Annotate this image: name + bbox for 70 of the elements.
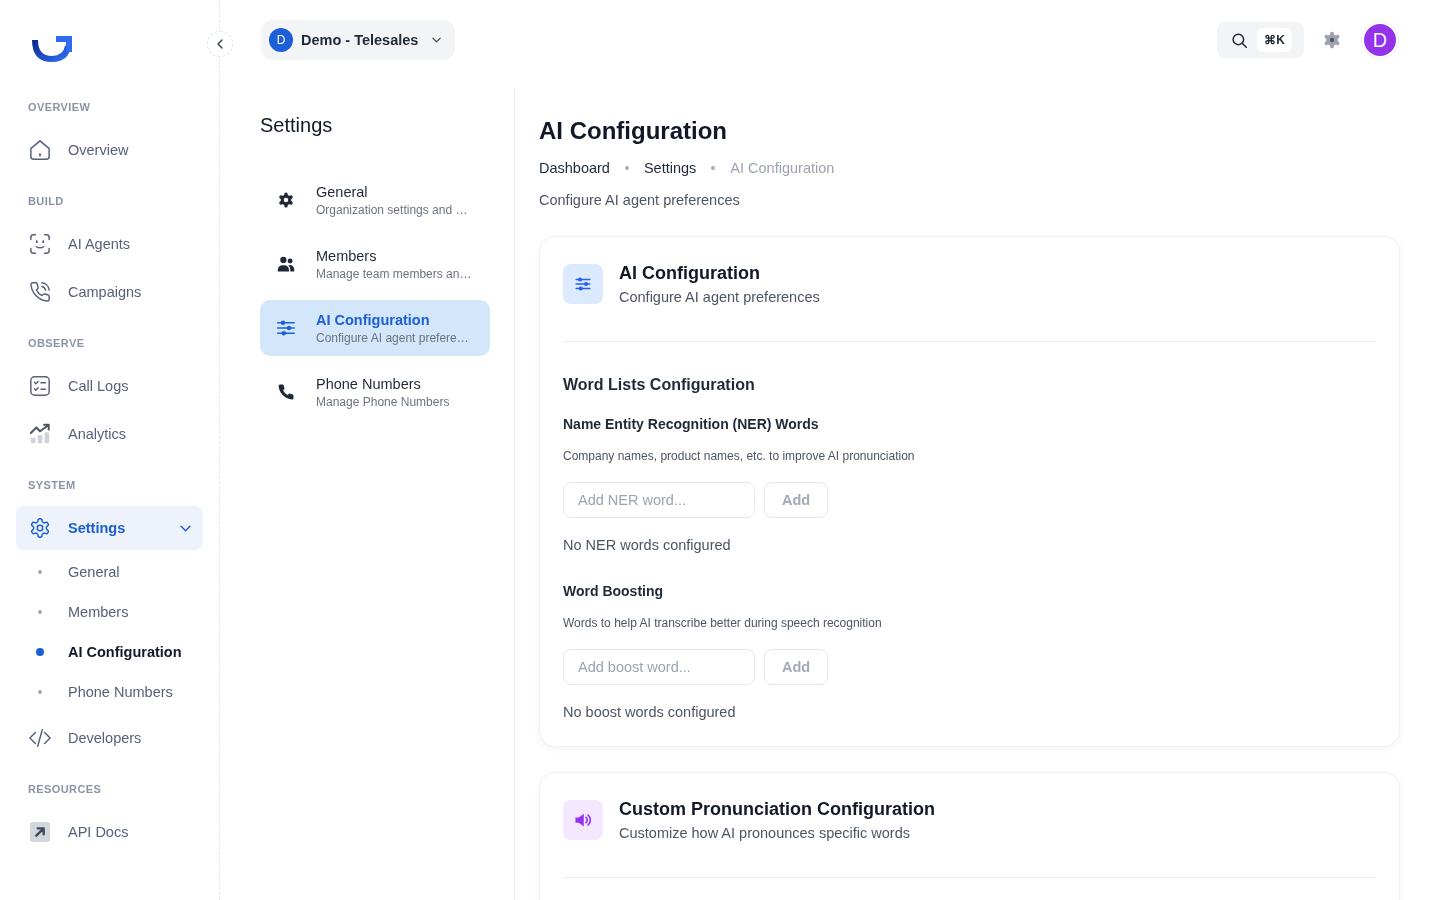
settings-nav-item[interactable]: General Organization settings and … bbox=[260, 172, 490, 228]
home-icon bbox=[29, 139, 51, 161]
sliders-icon bbox=[563, 264, 603, 304]
section-label: OVERVIEW bbox=[27, 100, 92, 115]
settings-icon[interactable] bbox=[1322, 30, 1342, 50]
breadcrumb-current-page: AI Configuration bbox=[730, 160, 835, 176]
breadcrumb-separator-icon bbox=[711, 166, 716, 170]
section-label: RESOURCES bbox=[27, 782, 103, 797]
sidebar-subitem[interactable]: Members bbox=[16, 592, 203, 632]
card-subtitle: Customize how AI pronounces specific words bbox=[619, 824, 911, 843]
checklist-icon bbox=[29, 375, 51, 397]
face-scan-icon bbox=[29, 233, 51, 255]
section-heading: Word Lists Configuration bbox=[563, 375, 756, 395]
bullet-dot-icon bbox=[38, 570, 42, 574]
sidebar-item[interactable]: AI Agents bbox=[16, 222, 203, 266]
users-icon bbox=[277, 255, 295, 273]
page-subtitle: Configure AI agent preferences bbox=[539, 191, 741, 210]
empty-state-text: No boost words configured bbox=[563, 703, 737, 722]
word-list-title: Name Entity Recognition (NER) Words bbox=[563, 415, 820, 434]
word-input-field[interactable]: Add boost word... bbox=[563, 649, 755, 685]
sidebar-item[interactable]: API Docs bbox=[16, 810, 203, 854]
breadcrumb-separator-icon bbox=[624, 166, 629, 170]
card-title: Custom Pronunciation Configuration bbox=[619, 798, 935, 821]
sidebar-subitem[interactable]: General bbox=[16, 552, 203, 592]
gear-icon bbox=[277, 191, 295, 209]
breadcrumb-link[interactable]: Dashboard bbox=[539, 160, 610, 176]
sidebar-item[interactable]: Call Logs bbox=[16, 364, 203, 408]
search-button[interactable]: ⌘K bbox=[1217, 22, 1304, 58]
card-title: AI Configuration bbox=[619, 262, 761, 285]
empty-state-text: No NER words configured bbox=[563, 536, 732, 555]
code-icon bbox=[29, 727, 51, 749]
sliders-icon bbox=[277, 319, 295, 337]
sidebar-item[interactable]: Settings bbox=[16, 506, 203, 550]
search-icon bbox=[1232, 32, 1248, 48]
logo-icon bbox=[32, 36, 72, 62]
workspace-switcher[interactable]: D Demo - Telesales bbox=[261, 20, 456, 60]
section-label: BUILD bbox=[27, 194, 65, 209]
word-list-description: Company names, product names, etc. to improve AI pronunciation bbox=[563, 448, 916, 464]
bullet-dot-icon bbox=[38, 690, 42, 694]
chevron-down-icon bbox=[432, 37, 442, 43]
word-input-field[interactable]: Add NER word... bbox=[563, 482, 755, 518]
word-list-description: Words to help AI transcribe better during speech recognition bbox=[563, 615, 883, 631]
settings-nav-item[interactable]: AI Configuration Configure AI agent prefere… bbox=[260, 300, 490, 356]
sidebar-item[interactable]: Developers bbox=[16, 716, 203, 760]
sidebar-item[interactable]: Analytics bbox=[16, 412, 203, 456]
sidebar-subitem[interactable]: AI Configuration bbox=[16, 632, 203, 672]
section-label: OBSERVE bbox=[27, 336, 86, 351]
speaker-icon bbox=[563, 800, 603, 840]
settings-title: Settings bbox=[260, 113, 334, 138]
page-title: AI Configuration bbox=[539, 116, 728, 146]
bullet-dot-icon bbox=[36, 648, 44, 656]
settings-nav-item[interactable]: Members Manage team members an… bbox=[260, 236, 490, 292]
bar-chart-icon bbox=[29, 423, 51, 445]
card-subtitle: Configure AI agent preferences bbox=[619, 288, 820, 307]
sidebar-subitem[interactable]: Phone Numbers bbox=[16, 672, 203, 712]
bullet-dot-icon bbox=[38, 610, 42, 614]
arrow-square-icon bbox=[29, 821, 51, 843]
chevron-left-icon bbox=[217, 39, 223, 49]
breadcrumb-link[interactable]: Settings bbox=[643, 160, 697, 176]
sidebar-item[interactable]: Campaigns bbox=[16, 270, 203, 314]
settings-icon bbox=[29, 517, 51, 539]
phone-icon bbox=[277, 383, 295, 401]
word-list-title: Word Boosting bbox=[563, 582, 665, 601]
settings-nav-item[interactable]: Phone Numbers Manage Phone Numbers bbox=[260, 364, 490, 420]
section-label: SYSTEM bbox=[27, 478, 77, 493]
user-avatar-button[interactable]: D bbox=[1364, 24, 1396, 56]
shortcut-hint: ⌘K bbox=[1257, 28, 1292, 52]
phone-waves-icon bbox=[29, 281, 51, 303]
sidebar-item[interactable]: Overview bbox=[16, 128, 203, 172]
workspace-avatar: D bbox=[269, 28, 293, 52]
